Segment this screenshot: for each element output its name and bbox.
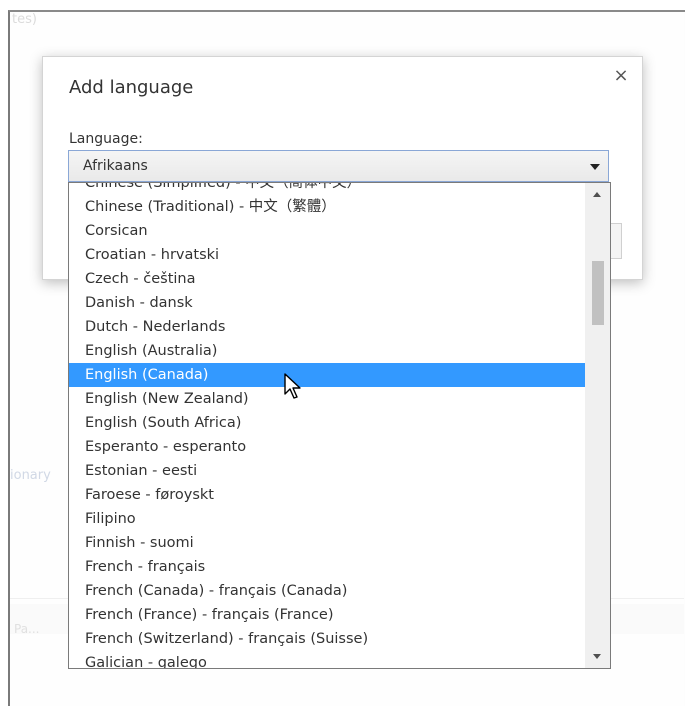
language-options: Chinese (Simplified) - 中文（简体中文） Chinese (… bbox=[69, 183, 585, 668]
language-option[interactable]: English (South Africa) bbox=[69, 411, 585, 435]
language-option[interactable]: English (Canada) bbox=[69, 363, 585, 387]
chevron-down-icon bbox=[590, 164, 600, 170]
language-option[interactable]: French - français bbox=[69, 555, 585, 579]
language-option[interactable]: French (Switzerland) - français (Suisse) bbox=[69, 627, 585, 651]
language-option[interactable]: French (Canada) - français (Canada) bbox=[69, 579, 585, 603]
language-option[interactable]: French (France) - français (France) bbox=[69, 603, 585, 627]
scroll-up-arrow-icon[interactable] bbox=[585, 183, 610, 205]
dropdown-scrollbar[interactable] bbox=[585, 183, 610, 668]
language-option[interactable]: Danish - dansk bbox=[69, 291, 585, 315]
language-dropdown-list[interactable]: Chinese (Simplified) - 中文（简体中文） Chinese (… bbox=[68, 182, 611, 669]
close-icon[interactable]: × bbox=[610, 65, 632, 87]
language-option[interactable]: English (New Zealand) bbox=[69, 387, 585, 411]
language-option[interactable]: Galician - galego bbox=[69, 651, 585, 668]
language-field-label: Language: bbox=[69, 131, 143, 147]
language-option[interactable]: Croatian - hrvatski bbox=[69, 243, 585, 267]
language-option[interactable]: Esperanto - esperanto bbox=[69, 435, 585, 459]
language-option[interactable]: Faroese - føroyskt bbox=[69, 483, 585, 507]
language-option[interactable]: Finnish - suomi bbox=[69, 531, 585, 555]
language-option[interactable]: Estonian - eesti bbox=[69, 459, 585, 483]
language-option[interactable]: English (Australia) bbox=[69, 339, 585, 363]
language-option[interactable]: Dutch - Nederlands bbox=[69, 315, 585, 339]
scrollbar-thumb[interactable] bbox=[592, 261, 604, 325]
language-option[interactable]: Filipino bbox=[69, 507, 585, 531]
language-option[interactable]: Chinese (Traditional) - 中文（繁體） bbox=[69, 195, 585, 219]
screen: tes) ionary Pa... Add language × Languag… bbox=[0, 0, 685, 706]
language-select-value: Afrikaans bbox=[83, 158, 148, 174]
dialog-title: Add language bbox=[69, 77, 194, 98]
language-option[interactable]: Corsican bbox=[69, 219, 585, 243]
language-option[interactable]: Czech - čeština bbox=[69, 267, 585, 291]
language-option[interactable]: Chinese (Simplified) - 中文（简体中文） bbox=[69, 183, 585, 195]
mouse-pointer-icon bbox=[284, 373, 301, 399]
language-select[interactable]: Afrikaans bbox=[68, 150, 609, 182]
scroll-down-arrow-icon[interactable] bbox=[585, 646, 610, 668]
